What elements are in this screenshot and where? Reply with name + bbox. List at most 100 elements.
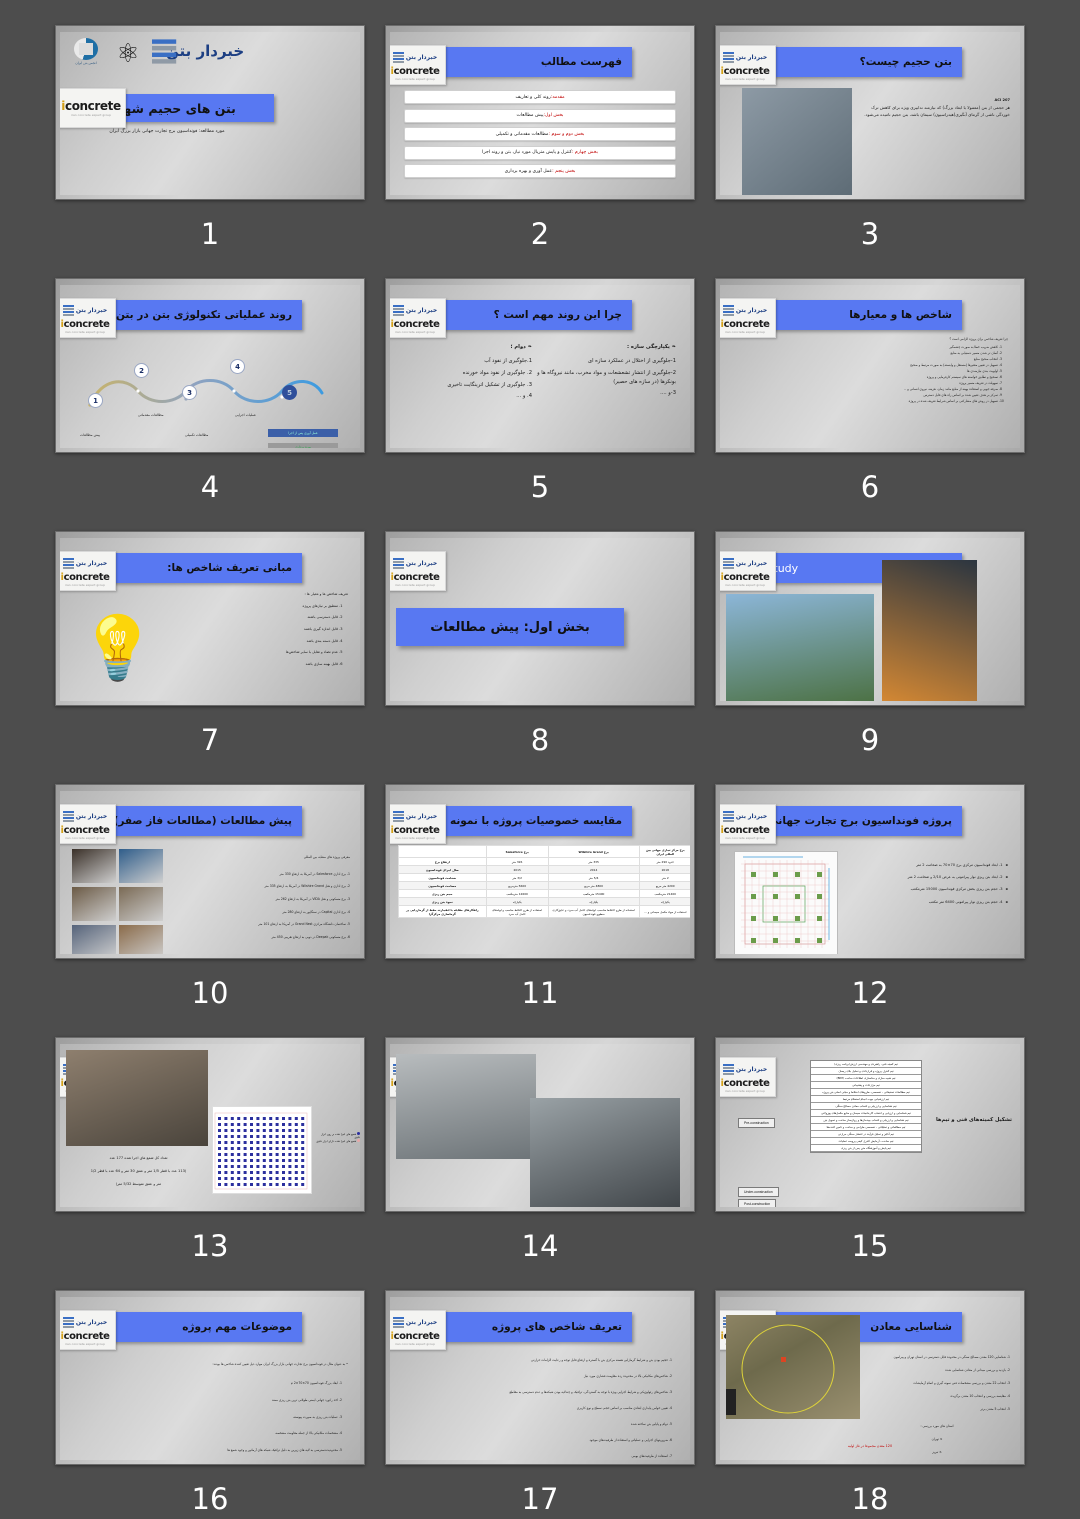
- logo-word-label: خبردار بتن: [75, 560, 108, 567]
- slide-thumbnail[interactable]: فهرست مطالب خبردار بتن iconcrete iran co…: [385, 25, 695, 200]
- slide-cell[interactable]: تعریف شاخص های پروژه خبردار بتن iconcret…: [385, 1290, 695, 1519]
- slide-thumbnail[interactable]: شاخص ها و معیارها خبردار بتن iconcrete i…: [715, 278, 1025, 453]
- slide-thumbnail[interactable]: مبانی تعریف شاخص ها: خبردار بتن iconcret…: [55, 531, 365, 706]
- slide-thumbnail[interactable]: چرا این روند مهم است ؟ خبردار بتن iconcr…: [385, 278, 695, 453]
- logo-name-label: iconcrete: [390, 572, 440, 583]
- slide-title: شاخص ها و معیارها: [849, 309, 952, 321]
- table-header-row: برج مرکز تجاری جهانی بین المللی ایران برج…: [398, 845, 690, 858]
- logo-word-label: خبردار بتن: [75, 307, 108, 314]
- table-cell: 2014: [547, 865, 640, 874]
- slide-cell[interactable]: Case Study خبردار بتن iconcrete iran con…: [715, 531, 1025, 784]
- roadmap-node-1[interactable]: 1: [88, 393, 103, 408]
- list-item: 1- شناسایی 120 معدن مصالح سنگی در محدوده…: [893, 1355, 1010, 1359]
- slide-thumbnail[interactable]: بتن حجیم چیست؟ خبردار بتن iconcrete iran…: [715, 25, 1025, 200]
- slide-thumbnail[interactable]: شناسایی معادن خبردار بتن iconcrete iran …: [715, 1290, 1025, 1465]
- slide-canvas: روند عملیاتی تکنولوژی بتن در بتن حجیم شه…: [60, 285, 360, 448]
- committee-row: تیم شناسایی و ارزیابی و انتخاب کارخانجات…: [811, 1110, 921, 1117]
- bullet-list: 1- ابعاد فونداسیون مرکزی برج 70×70 به ضخ…: [846, 859, 1008, 908]
- list-item: شاخص‌های مکانیکی بالا در محدوده رده مقاو…: [402, 1369, 668, 1384]
- list-item: 4- حجم بتن ریزی نوار پیرامونی 6400 متر م…: [846, 896, 1008, 908]
- logo-name-label: iconcrete: [390, 1331, 440, 1342]
- numbered-list: کاهش ضریب خطا به صورت چشمگیرآسان تر شدن …: [768, 345, 1008, 404]
- slide-cell[interactable]: پروژه فونداسیون برج تجارت جهانی بازار بز…: [715, 784, 1025, 1037]
- slide-cell[interactable]: موضوعات مهم پروژه خبردار بتن iconcrete i…: [55, 1290, 365, 1519]
- table-cell: 21400 مترمکعب: [638, 889, 690, 898]
- slide-number: 4: [200, 470, 220, 504]
- brand-logo: خبردار بتن iconcrete iran concrete exper…: [720, 45, 776, 85]
- slide-thumbnail[interactable]: موضوعات مهم پروژه خبردار بتن iconcrete i…: [55, 1290, 365, 1465]
- roadmap-node-4[interactable]: 4: [230, 359, 245, 374]
- list-item: استفاده از ظرفیت‌های بومی: [402, 1449, 668, 1460]
- slide-cell[interactable]: شاخص ها و معیارها خبردار بتن iconcrete i…: [715, 278, 1025, 531]
- logo-top: خبردار بتن: [722, 555, 767, 572]
- slide-cell[interactable]: مقایسه خصوصیات پروژه با نمونه های مشابه …: [385, 784, 695, 1037]
- list-item: صرفه جویی و استفاده بهینه از منابع مانند…: [768, 387, 998, 392]
- slide-cell[interactable]: پیش مطالعات (مطالعات فاز صفر) پروژه های …: [55, 784, 365, 1037]
- slide-cell[interactable]: بتن حجیم چیست؟ خبردار بتن iconcrete iran…: [715, 25, 1025, 278]
- slide-thumbnail[interactable]: Case Study خبردار بتن iconcrete iran con…: [715, 531, 1025, 706]
- slide-title: چرا این روند مهم است ؟: [493, 309, 622, 321]
- brand-logo: خبردار بتن iconcrete iran concrete exper…: [60, 804, 116, 844]
- logo-top: خبردار بتن: [62, 302, 108, 319]
- list-item: تسهیل در تعیین متغیرها (مستقل و وابسته) …: [768, 363, 998, 368]
- toc-item-label: پیش مطالعات: [516, 113, 544, 118]
- list-item: قابل بهینه سازی باشد: [170, 659, 338, 669]
- slide-thumbnail[interactable]: خبردار بتن iconcrete iran concrete exper…: [385, 1037, 695, 1212]
- table-header-cell: [398, 845, 487, 858]
- list-item: دوام و پایایی بتن ساخته شده: [402, 1417, 668, 1432]
- roadmap-node-5[interactable]: 5: [282, 385, 297, 400]
- committee-row: تیم ساخت، آزمایش کنترل کیفی پروسه عملیات: [811, 1138, 921, 1145]
- toc-item[interactable]: بخش دوم و سوم : مطالعات مقدماتی و تکمیلی: [404, 127, 676, 141]
- slide-photo: [119, 849, 163, 883]
- toc-item[interactable]: بخش چهارم : کنترل و پایش متریال مورد نیا…: [404, 145, 676, 160]
- slide-canvas: مبانی تعریف شاخص ها: خبردار بتن iconcret…: [60, 538, 360, 701]
- toc-item[interactable]: مقدمه: روند کلی و تعاریف: [404, 90, 676, 104]
- table-cell: راهکارهای مقابله با انفجارت حفظ از گرماز…: [398, 905, 487, 918]
- toc-item-prefix: بخش پنجم :: [552, 168, 576, 174]
- slide-cell[interactable]: روند عملیاتی تکنولوژی بتن در بتن حجیم شه…: [55, 278, 365, 531]
- logo-tagline: iran concrete expert group: [394, 836, 436, 840]
- stacked-bars-icon: [62, 811, 74, 822]
- standard-code: ACI 207: [994, 98, 1010, 102]
- slide-thumbnail[interactable]: پروژه فونداسیون برج تجارت جهانی بازار بز…: [715, 784, 1025, 959]
- slide-cell[interactable]: شناسایی معادن خبردار بتن iconcrete iran …: [715, 1290, 1025, 1519]
- logo-word-label: خبردار بتن: [405, 1319, 438, 1326]
- slide-thumbnail[interactable]: مقایسه خصوصیات پروژه با نمونه های مشابه …: [385, 784, 695, 959]
- slide-thumbnail[interactable]: انجمن بتن ایران ⚛ خبردار بتن بتن های حجی…: [55, 25, 365, 200]
- list-item: آسان تر شدن مسیر دستیابی به منابع: [768, 351, 998, 356]
- logo-top: خبردار بتن: [392, 302, 437, 319]
- roadmap-button-post-curing[interactable]: عمل آوری پس از اجرا: [268, 429, 338, 437]
- slide-cell[interactable]: خبردار بتن iconcrete iran concrete exper…: [385, 1037, 695, 1290]
- slide-photo: [72, 849, 116, 883]
- roadmap-button-operation[interactable]: بهره برداری: [268, 443, 338, 448]
- slide-thumbnail[interactable]: بخش اول: پیش مطالعات خبردار بتن iconcret…: [385, 531, 695, 706]
- slide-thumbnail[interactable]: تعریف شاخص های پروژه خبردار بتن iconcret…: [385, 1290, 695, 1465]
- slide-photo: [396, 1054, 536, 1159]
- slide-cell[interactable]: انجمن بتن ایران ⚛ خبردار بتن بتن های حجی…: [55, 25, 365, 278]
- toc-item[interactable]: بخش اول: پیش مطالعات: [404, 108, 676, 123]
- caption-line-3: متر و عمق متوسط 5/32 متر): [115, 1181, 162, 1186]
- list-item: 5- ساختمان دانشگاه مرکزی Grand Nest در آ…: [258, 922, 350, 927]
- slide-thumbnail[interactable]: خبردار بتن iconcrete iran concrete exper…: [715, 1037, 1025, 1212]
- slide-cell[interactable]: خبردار بتن iconcrete iran concrete exper…: [715, 1037, 1025, 1290]
- slide-cell[interactable]: مبانی تعریف شاخص ها: خبردار بتن iconcret…: [55, 531, 365, 784]
- logo-tagline: iran concrete expert group: [394, 330, 436, 334]
- list-item: 2-جلوگیری از انتشار تشعشعات و مواد مخرب،…: [537, 369, 676, 385]
- slide-cell[interactable]: بخش اول: پیش مطالعات خبردار بتن iconcret…: [385, 531, 695, 784]
- slide-cell[interactable]: چرا این روند مهم است ؟ خبردار بتن iconcr…: [385, 278, 695, 531]
- logo-top: خبردار بتن: [62, 555, 108, 572]
- logo-name-label: iconcrete: [720, 319, 770, 330]
- list-item: قابل اندازه گیری باشند: [170, 624, 338, 634]
- stacked-bars-icon: [392, 1317, 404, 1328]
- slide-number: 3: [860, 217, 880, 251]
- toc-item[interactable]: بخش پنجم : عمل آوری و بهره برداری: [404, 164, 676, 178]
- list-item: تصحیح و تطابق خواسته های سیستم کارفرمایی…: [768, 375, 998, 380]
- table-cell: 326 متر: [485, 857, 549, 866]
- roadmap-node-3[interactable]: 3: [182, 385, 197, 400]
- slide-cell[interactable]: خبردار بتن iconcrete iran concrete exper…: [55, 1037, 365, 1290]
- roadmap-node-2[interactable]: 2: [134, 363, 149, 378]
- slide-cell[interactable]: فهرست مطالب خبردار بتن iconcrete iran co…: [385, 25, 695, 278]
- slide-thumbnail[interactable]: خبردار بتن iconcrete iran concrete exper…: [55, 1037, 365, 1212]
- slide-thumbnail[interactable]: روند عملیاتی تکنولوژی بتن در بتن حجیم شه…: [55, 278, 365, 453]
- slide-thumbnail[interactable]: پیش مطالعات (مطالعات فاز صفر) پروژه های …: [55, 784, 365, 959]
